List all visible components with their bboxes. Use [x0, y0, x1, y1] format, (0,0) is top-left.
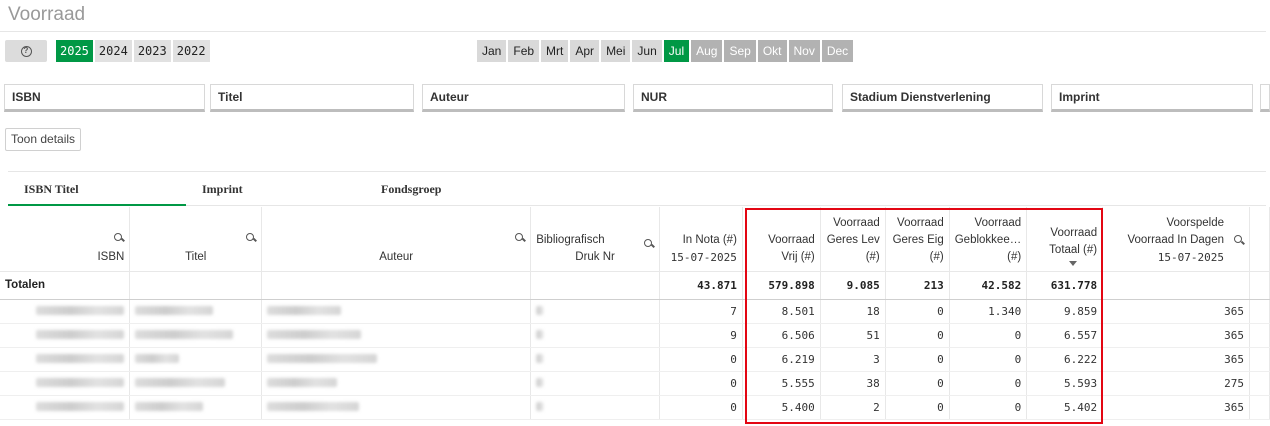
col-header-auteur[interactable]: Auteur — [261, 207, 532, 271]
redacted-titel — [135, 378, 226, 388]
sort-descending-icon — [1069, 260, 1078, 266]
redacted-titel — [135, 354, 180, 364]
help-button[interactable]: ? — [5, 40, 47, 62]
month-dec-button: Dec — [821, 40, 854, 62]
month-mrt-button[interactable]: Mrt — [541, 40, 569, 62]
totals-label: Totalen — [0, 270, 131, 300]
tabs-divider — [186, 205, 1266, 206]
month-aug-button: Aug — [691, 40, 723, 62]
redacted-isbn — [36, 402, 125, 412]
year-2022-button[interactable]: 2022 — [172, 40, 210, 62]
filter-bar: ISBN Titel Auteur NUR Stadium Dienstverl… — [4, 84, 1270, 114]
year-2024-button[interactable]: 2024 — [94, 40, 132, 62]
month-jul-button[interactable]: Jul — [663, 40, 690, 62]
active-tab-indicator — [8, 204, 186, 206]
redacted-isbn — [36, 330, 125, 340]
totals-geblokkeerd: 42.582 — [949, 270, 1028, 300]
redacted-druk — [536, 354, 544, 364]
col-header-voorraad-geres-lev[interactable]: Voorraad Geres Lev (#) — [820, 207, 886, 271]
filter-stadium-dienstverlening[interactable]: Stadium Dienstverlening — [842, 84, 1043, 112]
redacted-isbn — [36, 378, 125, 388]
table-row[interactable]: 0 5.400 2 0 0 5.402 365 — [0, 395, 1270, 420]
tabs-top-divider — [8, 171, 1266, 172]
title-divider — [0, 31, 1266, 32]
table-row[interactable]: 9 6.506 51 0 0 6.557 365 — [0, 323, 1270, 348]
col-header-overflow — [1249, 207, 1270, 271]
month-jan-button[interactable]: Jan — [477, 40, 507, 62]
redacted-auteur — [267, 354, 378, 364]
search-icon[interactable] — [643, 238, 654, 249]
filter-nur[interactable]: NUR — [633, 84, 833, 112]
redacted-druk — [536, 306, 544, 316]
month-okt-button: Okt — [757, 40, 787, 62]
col-header-voorraad-vrij[interactable]: Voorraad Vrij (#) — [742, 207, 821, 271]
tab-fondsgroep[interactable]: Fondsgroep — [381, 182, 441, 197]
redacted-druk — [536, 378, 544, 388]
tab-isbn-titel[interactable]: ISBN Titel — [24, 182, 79, 197]
redacted-auteur — [267, 378, 338, 388]
table-row[interactable]: 0 5.555 38 0 0 5.593 275 — [0, 371, 1270, 396]
help-circle-icon: ? — [20, 45, 32, 57]
year-selector: 2025 2024 2023 2022 — [56, 40, 210, 62]
year-2023-button[interactable]: 2023 — [133, 40, 171, 62]
filter-auteur[interactable]: Auteur — [422, 84, 625, 112]
month-nov-button: Nov — [788, 40, 820, 62]
month-mei-button[interactable]: Mei — [601, 40, 631, 62]
month-jun-button[interactable]: Jun — [632, 40, 662, 62]
col-header-in-nota[interactable]: In Nota (#) 15-07-2025 — [659, 207, 743, 271]
year-2025-button[interactable]: 2025 — [56, 40, 93, 62]
totals-totaal: 631.778 — [1026, 270, 1104, 300]
filter-imprint[interactable]: Imprint — [1051, 84, 1253, 112]
filter-isbn[interactable]: ISBN — [4, 84, 205, 112]
redacted-isbn — [36, 354, 125, 364]
filter-titel[interactable]: Titel — [210, 84, 414, 112]
month-apr-button[interactable]: Apr — [570, 40, 600, 62]
col-header-isbn[interactable]: ISBN — [0, 207, 131, 271]
col-header-voorraad-geblokkeerd[interactable]: Voorraad Geblokkee… (#) — [949, 207, 1028, 271]
redacted-auteur — [267, 330, 362, 340]
redacted-isbn — [36, 306, 125, 316]
totals-in-nota: 43.871 — [659, 270, 743, 300]
col-header-titel[interactable]: Titel — [129, 207, 263, 271]
col-header-voorraad-totaal[interactable]: Voorraad Totaal (#) — [1026, 207, 1104, 271]
month-selector: Jan Feb Mrt Apr Mei Jun Jul Aug Sep Okt … — [477, 40, 854, 62]
month-feb-button[interactable]: Feb — [508, 40, 540, 62]
totals-row: Totalen 43.871 579.898 9.085 213 42.582 … — [0, 270, 1270, 300]
stock-table: ISBN Titel Auteur Bibliografisch Druk Nr… — [0, 207, 1270, 420]
month-sep-button: Sep — [724, 40, 756, 62]
table-row[interactable]: 7 8.501 18 0 1.340 9.859 365 — [0, 299, 1270, 324]
search-icon[interactable] — [246, 232, 256, 243]
page-title: Voorraad — [8, 4, 86, 25]
totals-vrij: 579.898 — [742, 270, 821, 300]
redacted-titel — [135, 306, 214, 316]
search-icon[interactable] — [114, 232, 124, 243]
redacted-auteur — [267, 306, 342, 316]
col-header-voorraad-geres-eig[interactable]: Voorraad Geres Eig (#) — [885, 207, 950, 271]
redacted-titel — [135, 402, 204, 412]
col-header-voorspelde[interactable]: Voorspelde Voorraad In Dagen 15-07-2025 — [1102, 207, 1250, 271]
tab-imprint[interactable]: Imprint — [202, 182, 243, 197]
table-row[interactable]: 0 6.219 3 0 0 6.222 365 — [0, 347, 1270, 372]
filter-overflow[interactable] — [1260, 84, 1270, 112]
totals-geres-lev: 9.085 — [820, 270, 886, 300]
col-header-bibliografisch[interactable]: Bibliografisch Druk Nr — [530, 207, 660, 271]
redacted-auteur — [267, 402, 360, 412]
redacted-druk — [536, 402, 544, 412]
redacted-titel — [135, 330, 234, 340]
totals-geres-eig: 213 — [885, 270, 950, 300]
search-icon[interactable] — [515, 232, 525, 243]
redacted-druk — [536, 330, 544, 340]
search-icon[interactable] — [1233, 235, 1244, 245]
toon-details-button[interactable]: Toon details — [5, 128, 82, 151]
